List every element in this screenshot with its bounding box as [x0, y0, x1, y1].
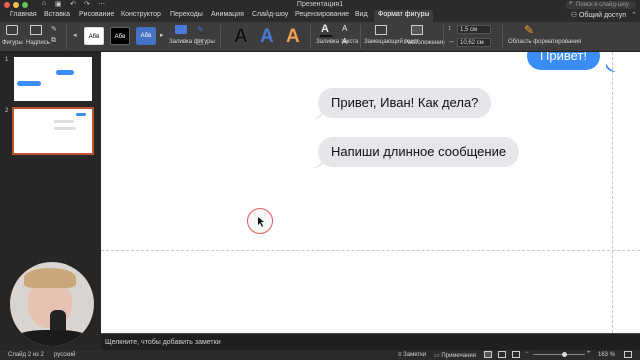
shape-style-3[interactable]: Абв [136, 27, 156, 45]
textbox-icon[interactable] [30, 25, 42, 35]
paint-bucket-icon[interactable] [175, 25, 187, 34]
comments-toggle-button[interactable]: ▭ Примечания [434, 352, 476, 359]
ribbon-divider [66, 25, 67, 49]
slide-number: 1 [5, 57, 9, 63]
zoom-slider-handle[interactable] [562, 352, 567, 357]
textbox-button-label[interactable]: Надпись [26, 40, 50, 46]
reading-view-icon[interactable] [512, 351, 520, 358]
ribbon-divider [220, 25, 221, 49]
chevron-right-icon[interactable]: ▸ [160, 31, 164, 39]
webcam-overlay [10, 262, 94, 346]
tab-slideshow[interactable]: Слайд-шоу [252, 11, 288, 18]
format-pane-icon[interactable]: ✎ [524, 23, 534, 37]
tab-insert[interactable]: Вставка [44, 11, 70, 18]
shirt-shape [15, 330, 89, 346]
arrange-label[interactable]: Расположение [404, 40, 445, 46]
search-icon: ⌕ [569, 0, 573, 6]
notes-field[interactable]: Щелкните, чтобы добавить заметки [101, 333, 640, 350]
width-field[interactable]: 10,62 см [457, 38, 491, 47]
zoom-level[interactable]: 163 % [598, 352, 615, 358]
arrange-icon[interactable] [411, 25, 423, 35]
wordart-style-orange[interactable]: A [286, 26, 300, 48]
bubble-tail [606, 64, 616, 72]
thumb-bubble [54, 120, 74, 123]
format-pane-label[interactable]: Область форматирования [508, 39, 581, 45]
tab-animations[interactable]: Анимация [211, 11, 244, 18]
slide-number: 2 [5, 108, 9, 114]
status-bar: Слайд 2 из 2 русский ≡ Заметки ▭ Примеча… [0, 350, 640, 360]
share-button[interactable]: ⚇ Общий доступ [571, 11, 626, 19]
chevron-left-icon[interactable]: ◂ [73, 31, 77, 39]
text-fill-icon[interactable]: A [321, 23, 329, 35]
tab-view[interactable]: Вид [355, 11, 368, 18]
height-icon: ↕ [448, 25, 452, 32]
text-fill-color-bar [320, 35, 332, 37]
shapes-button-label[interactable]: Фигуры [2, 40, 23, 46]
ribbon-divider [360, 25, 361, 49]
slide-counter: Слайд 2 из 2 [8, 352, 44, 358]
alt-text-icon[interactable] [375, 25, 387, 35]
ribbon-tabs: Главная Вставка Рисование Конструктор Пе… [0, 10, 640, 22]
thumb-bubble [17, 81, 41, 86]
tab-review[interactable]: Рецензирование [295, 11, 349, 18]
thumb-bubble [56, 70, 74, 75]
mouse-cursor-icon [258, 217, 264, 227]
window-title: Презентация1 [296, 1, 344, 8]
wordart-style-black[interactable]: A [234, 26, 248, 48]
person-icon: ⚇ [570, 12, 579, 19]
notes-toggle-label: Заметки [403, 352, 427, 358]
tab-home[interactable]: Главная [10, 11, 37, 18]
effects-icon[interactable]: ▢ [197, 38, 204, 46]
group-icon[interactable]: ⧉ [51, 37, 56, 45]
thumb-bubble [76, 113, 86, 116]
title-bar: ⌂ ▣ ↶ ↷ ⋯ Презентация1 Поиск в слайд-шоу… [0, 0, 640, 10]
fit-slide-icon[interactable] [624, 351, 632, 358]
message-bubble-sent[interactable]: Привет! [527, 52, 600, 70]
tab-draw[interactable]: Рисование [79, 11, 114, 18]
slide-sorter-icon[interactable] [498, 351, 506, 358]
bubble-tail [313, 160, 323, 168]
edit-shape-icon[interactable]: ✎ [51, 25, 57, 33]
text-effects-icon[interactable]: A [342, 37, 347, 46]
language-indicator[interactable]: русский [54, 352, 76, 358]
ribbon-divider [443, 25, 444, 49]
slide-thumbnail-1[interactable] [14, 57, 92, 101]
comments-toggle-label: Примечания [441, 353, 476, 359]
thumb-bubble [54, 127, 76, 130]
shape-style-1[interactable]: Абв [84, 27, 104, 45]
chevron-up-icon[interactable]: ⌃ [631, 11, 637, 19]
text-fill-label[interactable]: Заливка текста [316, 39, 359, 45]
shape-style-2[interactable]: Абв [110, 27, 130, 45]
ribbon-divider [310, 25, 311, 49]
zoom-out-icon[interactable]: − [525, 350, 529, 356]
ribbon-divider [502, 25, 503, 49]
shape-fill-label[interactable]: Заливка фигуры [169, 39, 215, 45]
bubble-tail [313, 111, 323, 119]
text-outline-icon[interactable]: A [342, 24, 347, 33]
guide-line [612, 52, 613, 333]
tab-design[interactable]: Конструктор [121, 11, 161, 18]
wordart-style-blue[interactable]: A [260, 26, 274, 48]
share-label: Общий доступ [578, 12, 626, 19]
shapes-icon[interactable] [6, 25, 18, 35]
search-input[interactable]: Поиск в слайд-шоу [566, 1, 636, 9]
zoom-slider[interactable] [533, 354, 585, 355]
normal-view-icon[interactable] [484, 351, 492, 358]
hair-shape [24, 268, 76, 288]
tab-transitions[interactable]: Переходы [170, 11, 203, 18]
message-bubble-received-2[interactable]: Напиши длинное сообщение [318, 137, 520, 167]
slide-thumbnail-2[interactable] [12, 107, 94, 155]
tab-shape-format[interactable]: Формат фигуры [374, 10, 434, 22]
width-icon: ↔ [448, 38, 455, 45]
notes-toggle-button[interactable]: ≡ Заметки [398, 352, 426, 358]
height-field[interactable]: 1,5 см [457, 25, 491, 34]
guide-line [101, 250, 640, 251]
message-bubble-received-1[interactable]: Привет, Иван! Как дела? [318, 88, 492, 118]
pen-icon[interactable]: ✎ [197, 25, 204, 34]
slide-canvas[interactable]: Привет! Привет, Иван! Как дела? Напиши д… [101, 52, 640, 333]
zoom-in-icon[interactable]: + [587, 350, 591, 356]
